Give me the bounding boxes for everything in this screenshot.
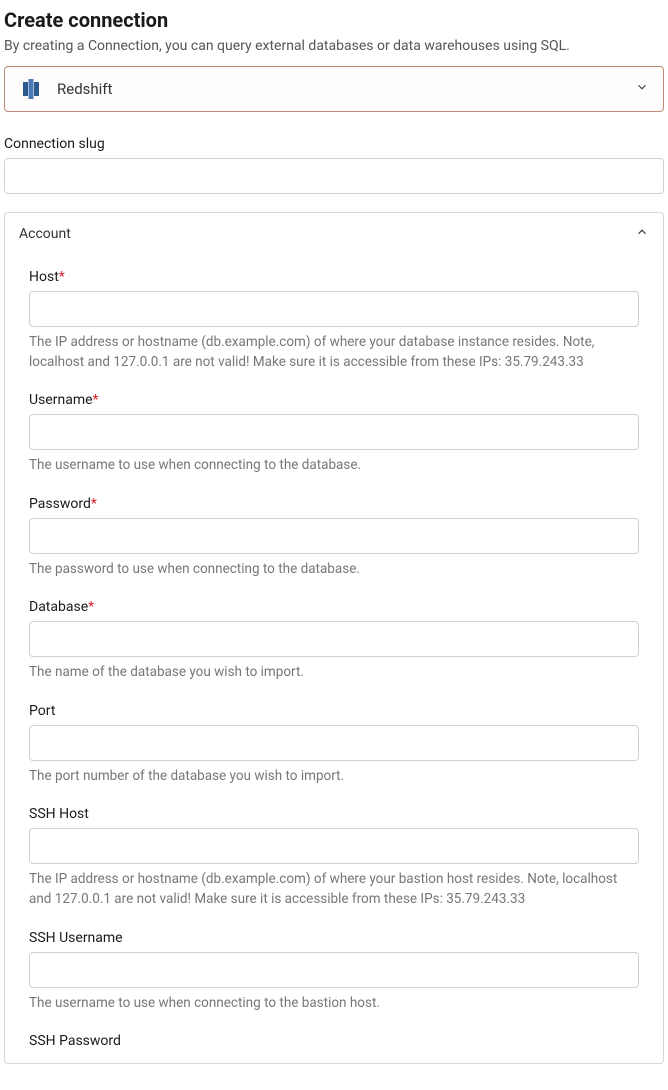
database-input[interactable] xyxy=(29,621,639,657)
username-help: The username to use when connecting to t… xyxy=(29,456,639,476)
account-panel-title: Account xyxy=(19,226,71,242)
page-subtitle: By creating a Connection, you can query … xyxy=(4,38,664,54)
database-help: The name of the database you wish to imp… xyxy=(29,663,639,683)
chevron-up-icon xyxy=(635,225,649,243)
connection-slug-group: Connection slug xyxy=(4,136,664,194)
account-panel-header[interactable]: Account xyxy=(5,213,663,255)
account-panel: Account Host* The IP address or hostname… xyxy=(4,212,664,1064)
host-label: Host* xyxy=(29,269,639,285)
ssh-host-input[interactable] xyxy=(29,828,639,864)
database-group: Database* The name of the database you w… xyxy=(29,599,639,683)
port-label: Port xyxy=(29,703,639,719)
ssh-username-help: The username to use when connecting to t… xyxy=(29,994,639,1014)
password-group: Password* The password to use when conne… xyxy=(29,496,639,580)
redshift-icon xyxy=(19,77,43,101)
page-title: Create connection xyxy=(4,8,664,32)
port-input[interactable] xyxy=(29,725,639,761)
ssh-username-input[interactable] xyxy=(29,952,639,988)
account-panel-body: Host* The IP address or hostname (db.exa… xyxy=(5,255,663,1063)
host-input[interactable] xyxy=(29,291,639,327)
password-help: The password to use when connecting to t… xyxy=(29,560,639,580)
ssh-host-label: SSH Host xyxy=(29,806,639,822)
host-help: The IP address or hostname (db.example.c… xyxy=(29,333,639,372)
connection-slug-label: Connection slug xyxy=(4,136,664,152)
connector-select[interactable]: Redshift xyxy=(4,66,664,112)
connection-slug-input[interactable] xyxy=(4,158,664,194)
ssh-host-help: The IP address or hostname (db.example.c… xyxy=(29,870,639,909)
ssh-username-group: SSH Username The username to use when co… xyxy=(29,930,639,1014)
port-help: The port number of the database you wish… xyxy=(29,767,639,787)
username-label: Username* xyxy=(29,392,639,408)
ssh-username-label: SSH Username xyxy=(29,930,639,946)
chevron-down-icon xyxy=(635,80,649,98)
password-label: Password* xyxy=(29,496,639,512)
ssh-host-group: SSH Host The IP address or hostname (db.… xyxy=(29,806,639,909)
ssh-password-group: SSH Password xyxy=(29,1033,639,1049)
password-input[interactable] xyxy=(29,518,639,554)
port-group: Port The port number of the database you… xyxy=(29,703,639,787)
username-input[interactable] xyxy=(29,414,639,450)
connector-label: Redshift xyxy=(57,80,112,98)
ssh-password-label: SSH Password xyxy=(29,1033,639,1049)
username-group: Username* The username to use when conne… xyxy=(29,392,639,476)
host-group: Host* The IP address or hostname (db.exa… xyxy=(29,269,639,372)
database-label: Database* xyxy=(29,599,639,615)
